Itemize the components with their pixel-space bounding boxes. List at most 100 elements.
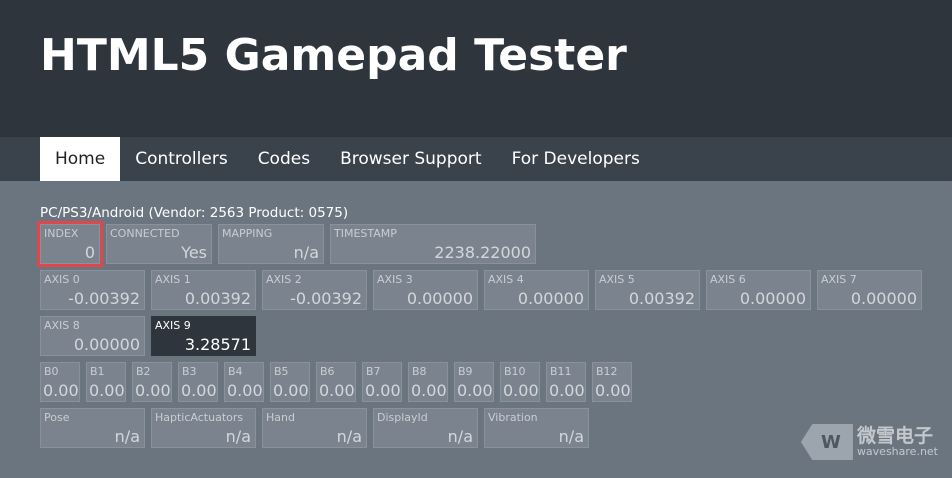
buttons-row: B0 0.00 B1 0.00 B2 0.00 B3 0.00 B4 0.00 B5 0.0… — [40, 362, 922, 402]
page-title: HTML5 Gamepad Tester — [40, 30, 627, 81]
button-label: B10 — [504, 365, 526, 378]
extras-row: Pose n/a HapticActuators n/a Hand n/a Displ… — [40, 408, 922, 448]
nav-controllers[interactable]: Controllers — [120, 137, 242, 181]
axes-row-1: AXIS 0 -0.00392 AXIS 1 0.00392 AXIS 2 -0.00… — [40, 270, 922, 310]
mapping-box: MAPPING n/a — [218, 224, 324, 264]
button-b8: B8 0.00 — [408, 362, 448, 402]
axis-label: AXIS 7 — [821, 273, 857, 286]
button-b2: B2 0.00 — [132, 362, 172, 402]
axis-value: 0.00392 — [628, 289, 695, 308]
extra-label: Pose — [44, 411, 70, 424]
button-value: 0.00 — [549, 381, 585, 400]
button-label: B3 — [182, 365, 197, 378]
axis-1: AXIS 1 0.00392 — [151, 270, 256, 310]
index-box: INDEX 0 — [37, 221, 103, 267]
vibration-box: Vibration n/a — [484, 408, 589, 448]
button-b12: B12 0.00 — [592, 362, 632, 402]
extra-value: n/a — [336, 427, 362, 446]
timestamp-box: TIMESTAMP 2238.22000 — [330, 224, 536, 264]
extra-label: Vibration — [488, 411, 538, 424]
axis-value: 0.00000 — [517, 289, 584, 308]
device-name: PC/PS3/Android (Vendor: 2563 Product: 05… — [40, 205, 349, 221]
button-label: B9 — [458, 365, 473, 378]
extra-label: HapticActuators — [155, 411, 244, 424]
connected-value: Yes — [181, 243, 207, 262]
axis-5: AXIS 5 0.00392 — [595, 270, 700, 310]
mapping-value: n/a — [293, 243, 319, 262]
button-value: 0.00 — [227, 381, 263, 400]
axis-value: 0.00000 — [850, 289, 917, 308]
timestamp-label: TIMESTAMP — [334, 227, 397, 240]
extra-value: n/a — [225, 427, 251, 446]
button-value: 0.00 — [319, 381, 355, 400]
axis-label: AXIS 1 — [155, 273, 191, 286]
extra-value: n/a — [447, 427, 473, 446]
axis-label: AXIS 6 — [710, 273, 746, 286]
gamepad-panel: PC/PS3/Android (Vendor: 2563 Product: 05… — [37, 204, 922, 454]
button-value: 0.00 — [503, 381, 539, 400]
nav-home[interactable]: Home — [40, 137, 121, 181]
button-value: 0.00 — [89, 381, 125, 400]
extra-label: Hand — [266, 411, 295, 424]
axis-8: AXIS 8 0.00000 — [40, 316, 145, 356]
waveshare-logo-icon: W — [800, 424, 853, 460]
axis-6: AXIS 6 0.00000 — [706, 270, 811, 310]
axis-4: AXIS 4 0.00000 — [484, 270, 589, 310]
button-value: 0.00 — [135, 381, 171, 400]
axis-2: AXIS 2 -0.00392 — [262, 270, 367, 310]
axis-label: AXIS 2 — [266, 273, 302, 286]
haptic-actuators-box: HapticActuators n/a — [151, 408, 256, 448]
button-label: B11 — [550, 365, 572, 378]
extra-value: n/a — [114, 427, 140, 446]
axis-value: -0.00392 — [290, 289, 362, 308]
axis-value: 0.00000 — [406, 289, 473, 308]
axis-label: AXIS 3 — [377, 273, 413, 286]
hand-box: Hand n/a — [262, 408, 367, 448]
axes-row-2: AXIS 8 0.00000 AXIS 9 3.28571 — [40, 316, 922, 356]
button-b10: B10 0.00 — [500, 362, 540, 402]
axis-label: AXIS 8 — [44, 319, 80, 332]
main-nav: Home Controllers Codes Browser Support F… — [0, 137, 952, 181]
watermark-en: waveshare.net — [856, 445, 938, 458]
axis-value: 0.00000 — [739, 289, 806, 308]
button-value: 0.00 — [595, 381, 631, 400]
axis-value: 0.00392 — [184, 289, 251, 308]
axis-label: AXIS 9 — [155, 319, 191, 332]
waveshare-watermark: W 微雪电子 waveshare.net — [800, 424, 938, 460]
nav-codes[interactable]: Codes — [243, 137, 325, 181]
axis-label: AXIS 0 — [44, 273, 80, 286]
axis-9: AXIS 9 3.28571 — [151, 316, 256, 356]
mapping-label: MAPPING — [222, 227, 273, 240]
watermark-cn: 微雪电子 — [856, 425, 933, 447]
watermark-text: 微雪电子 waveshare.net — [856, 425, 938, 458]
button-label: B1 — [90, 365, 105, 378]
timestamp-value: 2238.22000 — [434, 243, 531, 262]
button-value: 0.00 — [365, 381, 401, 400]
button-b5: B5 0.00 — [270, 362, 310, 402]
button-b3: B3 0.00 — [178, 362, 218, 402]
button-value: 0.00 — [457, 381, 493, 400]
nav-for-developers[interactable]: For Developers — [497, 137, 655, 181]
button-b6: B6 0.00 — [316, 362, 356, 402]
button-label: B12 — [596, 365, 618, 378]
button-label: B5 — [274, 365, 289, 378]
site-header: HTML5 Gamepad Tester — [0, 0, 952, 137]
button-value: 0.00 — [411, 381, 447, 400]
button-b1: B1 0.00 — [86, 362, 126, 402]
display-id-box: DisplayId n/a — [373, 408, 478, 448]
button-value: 0.00 — [43, 381, 79, 400]
button-label: B4 — [228, 365, 243, 378]
button-b0: B0 0.00 — [40, 362, 80, 402]
button-label: B7 — [366, 365, 381, 378]
axis-7: AXIS 7 0.00000 — [817, 270, 922, 310]
info-row: INDEX 0 CONNECTED Yes MAPPING n/a TIMEST… — [37, 221, 922, 267]
button-b9: B9 0.00 — [454, 362, 494, 402]
button-label: B2 — [136, 365, 151, 378]
axis-0: AXIS 0 -0.00392 — [40, 270, 145, 310]
nav-browser-support[interactable]: Browser Support — [325, 137, 497, 181]
connected-box: CONNECTED Yes — [106, 224, 212, 264]
axis-value: 0.00000 — [73, 335, 140, 354]
button-label: B8 — [412, 365, 427, 378]
pose-box: Pose n/a — [40, 408, 145, 448]
axis-label: AXIS 4 — [488, 273, 524, 286]
